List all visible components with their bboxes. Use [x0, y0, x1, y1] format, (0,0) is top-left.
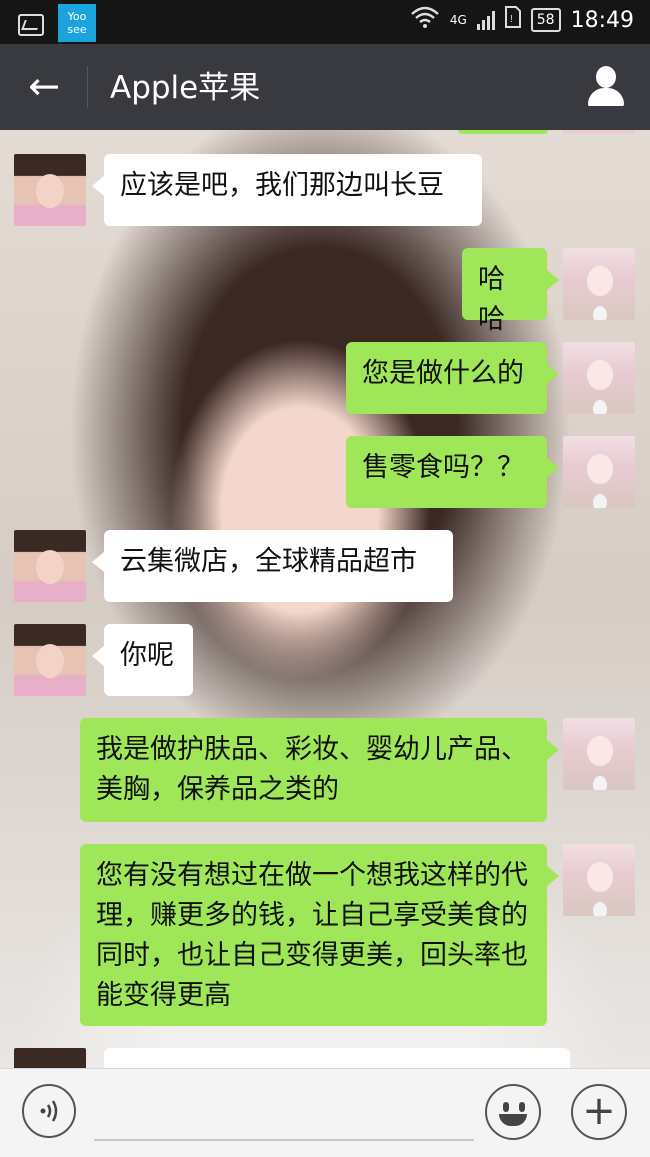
network-type: 4G — [449, 13, 467, 27]
status-right: 4G ! 58 18:49 — [410, 6, 634, 34]
message-text: 哈哈 — [478, 264, 505, 335]
plus-more-icon[interactable]: + — [571, 1084, 627, 1140]
gallery-notification-icon — [18, 14, 44, 36]
emoji-eye-left — [503, 1102, 509, 1112]
contact-avatar[interactable] — [14, 624, 86, 696]
message-bubble-sent[interactable]: 我是做护肤品、彩妆、婴幼儿产品、美胸，保养品之类的 — [80, 718, 559, 822]
contact-avatar[interactable] — [14, 530, 86, 602]
svg-text:!: ! — [510, 14, 513, 25]
message-bubble-sent[interactable]: 您有没有想过在做一个想我这样的代理，赚更多的钱，让自己享受美食的同时，也让自己变… — [80, 844, 559, 1026]
wifi-icon — [410, 6, 440, 34]
message-bubble-sent[interactable]: 哈哈 — [462, 248, 559, 335]
message-bubble-received[interactable]: 应该是吧，我们那边叫长豆 — [92, 154, 482, 226]
message-bubble-received[interactable]: 你呢 — [92, 624, 193, 696]
message-text: 我是做护肤品、彩妆、婴幼儿产品、美胸，保养品之类的 — [96, 734, 528, 805]
battery-indicator: 58 — [530, 8, 561, 32]
my-avatar[interactable] — [563, 248, 635, 320]
chat-area[interactable]: 应该是吧，我们那边叫长豆 哈哈 您是做什么的 售零食吗？？ 云集微店，全球精品超… — [0, 130, 650, 1068]
my-avatar[interactable] — [563, 718, 635, 790]
chat-header: ← Apple苹果 — [0, 44, 650, 130]
back-arrow-icon[interactable]: ← — [24, 64, 64, 108]
message-text: 应该是吧，我们那边叫长豆 — [120, 170, 444, 201]
message-text: 售零食吗？？ — [362, 452, 524, 483]
clock: 18:49 — [570, 7, 634, 33]
yoosee-app-icon: Yoo see — [58, 4, 96, 42]
header-divider — [87, 66, 88, 108]
emoji-icon[interactable] — [485, 1084, 541, 1140]
contact-avatar[interactable] — [14, 1048, 86, 1068]
message-text: 你呢 — [120, 640, 174, 671]
message-bubble-sent[interactable]: 售零食吗？？ — [346, 436, 559, 508]
signal-icon — [476, 10, 495, 30]
person-icon-head — [596, 66, 616, 88]
partial-self-avatar — [563, 130, 635, 134]
status-left: Yoo see — [18, 4, 96, 42]
my-avatar[interactable] — [563, 436, 635, 508]
emoji-eye-right — [519, 1102, 525, 1112]
status-bar: Yoo see 4G ! 58 18:49 — [0, 0, 650, 44]
chat-info-person-icon[interactable] — [586, 66, 626, 108]
person-icon-body — [588, 88, 624, 106]
my-avatar[interactable] — [563, 844, 635, 916]
message-text: 您有没有想过在做一个想我这样的代理，赚更多的钱，让自己享受美食的同时，也让自己变… — [96, 860, 528, 1011]
my-avatar[interactable] — [563, 342, 635, 414]
input-underline — [94, 1139, 474, 1141]
input-bar: + — [0, 1068, 650, 1157]
emoji-mouth — [499, 1114, 527, 1126]
partial-self-bubble — [458, 130, 548, 134]
message-bubble-sent[interactable]: 您是做什么的 — [346, 342, 559, 414]
message-bubble-received[interactable]: 云集微店，全球精品超市 — [92, 530, 453, 602]
chat-title: Apple苹果 — [110, 70, 261, 106]
message-input[interactable] — [94, 1089, 478, 1139]
contact-avatar[interactable] — [14, 154, 86, 226]
sim-icon: ! — [504, 6, 521, 34]
voice-input-icon[interactable] — [22, 1084, 76, 1138]
message-text: 您是做什么的 — [362, 358, 524, 389]
message-bubble-received-partial[interactable] — [104, 1048, 570, 1068]
message-text: 云集微店，全球精品超市 — [120, 546, 417, 577]
